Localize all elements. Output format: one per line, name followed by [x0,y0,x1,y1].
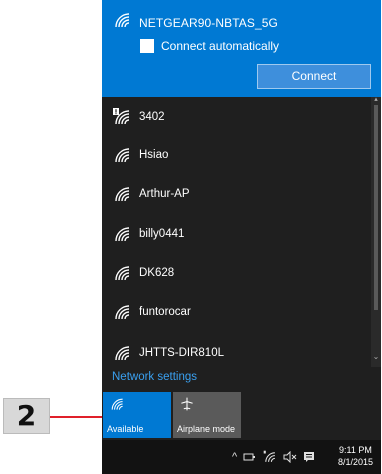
available-tile[interactable]: Available [103,392,171,438]
wifi-secured-warning-icon [113,108,130,125]
network-item[interactable]: billy0441 [102,214,370,252]
connect-button[interactable]: Connect [257,64,371,89]
quick-action-tiles: Available Airplane mode [102,392,381,440]
airplane-mode-tile[interactable]: Airplane mode [173,392,241,438]
network-name: billy0441 [139,228,185,240]
callout-number: 2 [16,399,37,432]
taskbar: ^ 9:11 PM 8/1/2015 [102,440,381,474]
network-list: 3402 Hsiao Arthur-AP billy0441 DK628 fun… [102,97,381,367]
network-name: Arthur-AP [139,188,190,200]
clock-date: 8/1/2015 [337,457,373,467]
scroll-down-arrow-icon[interactable]: ⌄ [372,353,380,361]
network-item[interactable]: JHTTS-DIR810L [102,333,370,367]
wifi-icon [115,187,130,202]
network-name: funtorocar [139,306,191,318]
wifi-icon [115,13,130,28]
wifi-icon [111,398,123,410]
wifi-icon[interactable] [263,450,277,464]
chevron-up-icon[interactable]: ^ [232,451,237,463]
connect-automatically-row[interactable]: Connect automatically [140,37,279,55]
network-flyout: NETGEAR90-NBTAS_5G Connect automatically… [102,0,381,440]
network-item[interactable]: DK628 [102,253,370,291]
network-item[interactable]: Hsiao [102,135,370,173]
airplane-mode-label: Airplane mode [177,424,236,434]
connect-automatically-checkbox[interactable] [140,39,154,53]
wifi-icon [115,148,130,163]
network-item[interactable]: funtorocar [102,292,370,330]
power-plug-icon[interactable] [243,451,257,463]
scroll-up-arrow-icon[interactable]: ▴ [372,96,380,103]
notification-icon[interactable] [303,451,315,463]
scroll-thumb[interactable] [374,105,378,310]
network-list-scrollbar[interactable]: ▴ ⌄ [371,96,381,367]
wifi-icon [115,227,130,242]
network-settings-link[interactable]: Network settings [112,371,197,383]
network-name: JHTTS-DIR810L [139,347,224,359]
system-tray: ^ [232,449,315,465]
network-item[interactable]: 3402 [102,97,370,135]
network-name: Hsiao [139,149,169,161]
wifi-icon [115,346,130,361]
taskbar-clock[interactable]: 9:11 PM 8/1/2015 [338,444,373,468]
clock-time: 9:11 PM [339,445,372,455]
network-item[interactable]: Arthur-AP [102,174,370,212]
callout-number-box: 2 [3,398,50,434]
wifi-icon [115,305,130,320]
network-name: 3402 [139,111,165,123]
wifi-icon [115,266,130,281]
selected-network-name: NETGEAR90-NBTAS_5G [139,16,278,30]
network-name: DK628 [139,267,175,279]
selected-network-card[interactable]: NETGEAR90-NBTAS_5G Connect automatically… [102,0,381,97]
available-label: Available [107,424,144,434]
connect-automatically-label[interactable]: Connect automatically [161,39,279,53]
volume-mute-icon[interactable] [283,451,297,463]
airplane-icon [181,397,193,411]
